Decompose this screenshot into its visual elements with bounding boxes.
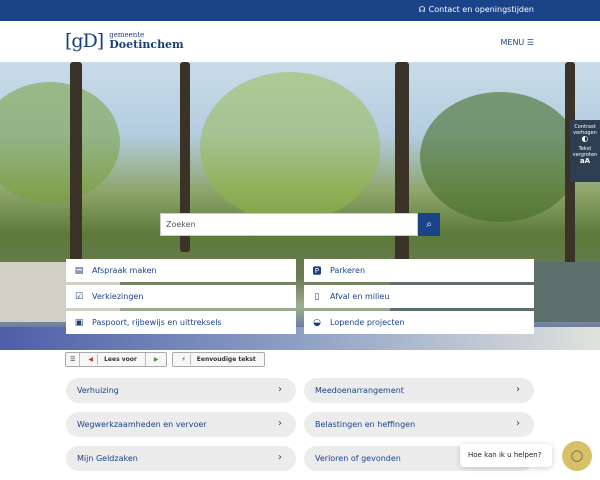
search-button[interactable]: ⌕ — [418, 213, 440, 236]
play-button[interactable]: ▶ — [146, 353, 167, 366]
accessibility-panel: Contrast verhogen ◐ Tekst vergroten aA — [570, 120, 600, 182]
simple-text-label: Eenvoudige tekst — [196, 356, 256, 363]
lightning-icon: ⚡ — [177, 354, 191, 365]
headset-icon: ☊ — [418, 5, 426, 14]
simple-text-button[interactable]: ⚡ Eenvoudige tekst — [173, 353, 263, 366]
link-belastingen[interactable]: Belastingen en heffingen › — [304, 412, 534, 437]
search-icon: ⌕ — [426, 219, 432, 230]
chevron-right-icon: › — [516, 418, 520, 429]
passport-icon: ▣ — [74, 317, 84, 328]
tile-label: Afval en milieu — [330, 292, 390, 301]
link-geldzaken[interactable]: Mijn Geldzaken › — [66, 446, 296, 471]
logo-name: Doetinchem — [109, 38, 184, 51]
read-aloud-button[interactable]: ◀ Lees voor — [80, 353, 146, 366]
tile-afspraak[interactable]: ▤ Afspraak maken — [66, 259, 296, 282]
contrast-button[interactable]: Contrast verhogen ◐ — [570, 124, 600, 143]
search-input[interactable]: Zoeken — [160, 213, 418, 236]
tile-afval[interactable]: ▯ Afval en milieu — [304, 285, 534, 308]
link-label: Verloren of gevonden — [315, 454, 401, 463]
text-size-icon: aA — [579, 157, 591, 165]
hardhat-icon: ◒ — [313, 317, 321, 328]
text-size-button[interactable]: Tekst vergroten aA — [570, 146, 600, 165]
chevron-right-icon: › — [278, 418, 282, 429]
link-verhuizing[interactable]: Verhuizing › — [66, 378, 296, 403]
chat-bubble-icon: ◯ — [570, 449, 584, 462]
tile-verkiezingen[interactable]: ☑ Verkiezingen — [66, 285, 296, 308]
play-icon: ▶ — [153, 356, 159, 363]
tile-label: Lopende projecten — [330, 318, 405, 327]
readspeaker-toolbar: ☰ ◀ Lees voor ▶ ⚡ Eenvoudige tekst — [65, 352, 265, 367]
tile-label: Parkeren — [330, 266, 366, 275]
menu-button[interactable]: MENU ☰ — [500, 38, 534, 47]
tile-label: Afspraak maken — [92, 266, 157, 275]
chevron-right-icon: › — [278, 452, 282, 463]
link-label: Verhuizing — [77, 386, 119, 395]
tile-projecten[interactable]: ◒ Lopende projecten — [304, 311, 534, 334]
chevron-right-icon: › — [516, 384, 520, 395]
tile-parkeren[interactable]: 🅿 Parkeren — [304, 259, 534, 282]
bin-icon: ▯ — [314, 291, 320, 302]
chat-prompt[interactable]: Hoe kan ik u helpen? — [460, 444, 552, 467]
logo-mark: [gD] — [65, 30, 104, 52]
contact-link[interactable]: ☊ Contact en openingstijden — [419, 5, 534, 14]
menu-icon[interactable]: ☰ — [66, 353, 81, 366]
checkbox-icon: ☑ — [74, 291, 84, 302]
tile-paspoort[interactable]: ▣ Paspoort, rijbewijs en uittreksels — [66, 311, 296, 334]
link-label: Meedoenarrangement — [315, 386, 404, 395]
header: [gD] gemeente Doetinchem MENU ☰ — [0, 21, 600, 62]
logo[interactable]: [gD] gemeente Doetinchem — [65, 30, 184, 52]
contact-label: Contact en openingstijden — [428, 5, 534, 14]
tile-label: Verkiezingen — [92, 292, 144, 301]
link-label: Wegwerkzaamheden en vervoer — [77, 420, 207, 429]
contrast-icon: ◐ — [581, 134, 589, 143]
parking-icon: 🅿 — [312, 267, 322, 277]
chevron-right-icon: › — [278, 384, 282, 395]
link-label: Belastingen en heffingen — [315, 420, 416, 429]
speaker-icon: ◀ — [84, 354, 99, 365]
link-meedoen[interactable]: Meedoenarrangement › — [304, 378, 534, 403]
link-label: Mijn Geldzaken — [77, 454, 138, 463]
top-bar: ☊ Contact en openingstijden — [0, 0, 600, 21]
link-wegwerkzaamheden[interactable]: Wegwerkzaamheden en vervoer › — [66, 412, 296, 437]
read-aloud-label: Lees voor — [104, 356, 137, 363]
tile-label: Paspoort, rijbewijs en uittreksels — [92, 318, 222, 327]
chat-button[interactable]: ◯ — [562, 441, 592, 471]
calendar-icon: ▤ — [74, 265, 84, 276]
